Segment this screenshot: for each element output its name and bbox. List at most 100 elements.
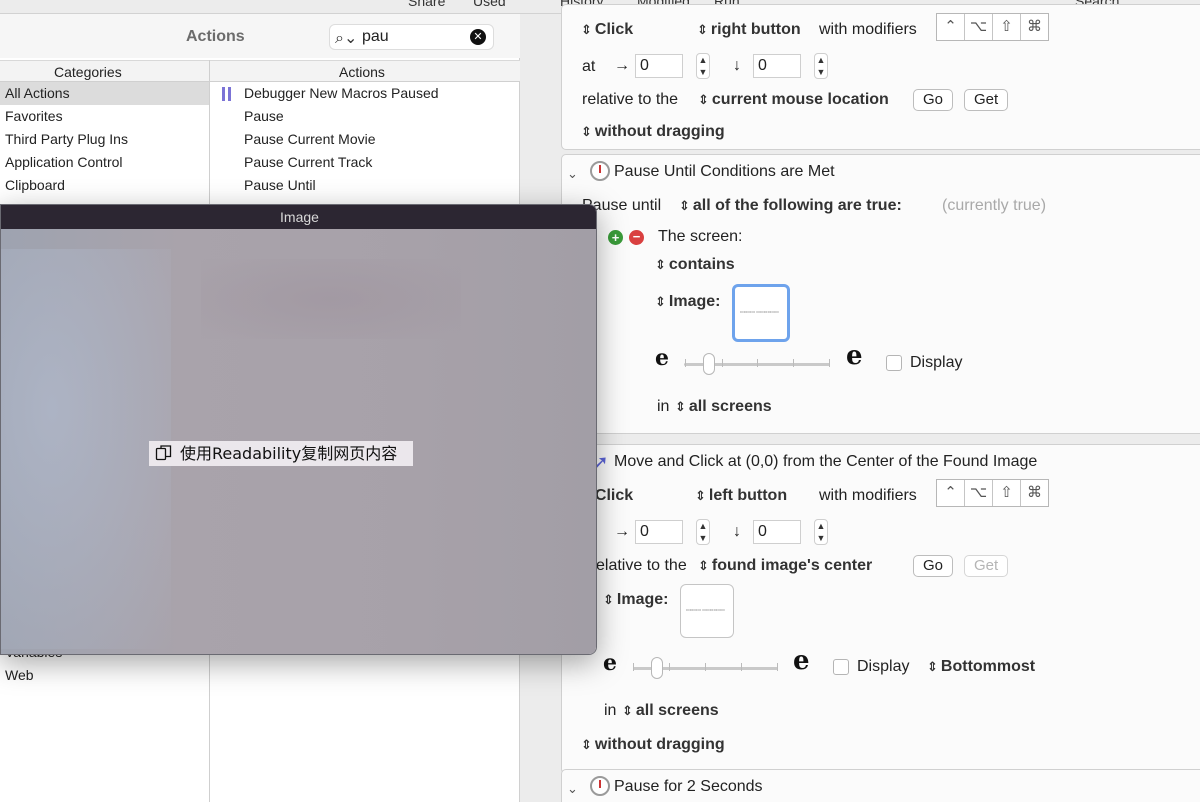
actions-list: Debugger New Macros Paused Pause Pause C… [210, 82, 520, 197]
relative-popup[interactable]: ⇕ current mouse location [698, 91, 889, 109]
condition-image-well[interactable]: ▭▭▭▭ ▭▭▭▭▭▭ [732, 284, 790, 342]
search-box[interactable]: ⌕⌄ ✕ [329, 24, 494, 50]
display-checkbox[interactable] [833, 659, 849, 675]
click-action-box[interactable]: ⇕ Click ⇕ right button with modifiers ⌃ ⌥ … [561, 4, 1200, 150]
button-popup[interactable]: ⇕ left button [695, 487, 787, 505]
button-popup[interactable]: ⇕ right button [697, 21, 801, 39]
action-item[interactable]: Pause [210, 105, 520, 128]
x-stepper[interactable]: ▲ ▼ [696, 53, 710, 79]
y-field[interactable] [753, 520, 801, 544]
down-arrow-icon: ↓ [733, 57, 741, 74]
collapse-chevron-icon[interactable]: ⌄ [567, 781, 578, 797]
dragging-popup[interactable]: ⇕ without dragging [581, 123, 725, 141]
down-arrow-icon: ↓ [733, 523, 741, 540]
fuzziness-low-icon: e [603, 650, 617, 676]
clock-icon [590, 776, 610, 796]
command-key-toggle[interactable]: ⌘ [1021, 480, 1048, 506]
control-key-toggle[interactable]: ⌃ [937, 480, 965, 506]
click-popup[interactable]: ⇕Click [581, 21, 633, 39]
image-source-popup[interactable]: ⇕ Image: [603, 591, 668, 609]
action-title[interactable]: Move and Click at (0,0) from the Center … [614, 453, 1037, 471]
x-field[interactable] [635, 54, 683, 78]
action-item[interactable]: Debugger New Macros Paused [210, 82, 520, 105]
with-modifiers-label: with modifiers [819, 487, 917, 504]
action-item[interactable]: Pause Current Track [210, 151, 520, 174]
y-field[interactable] [753, 54, 801, 78]
add-condition-icon[interactable]: + [608, 230, 623, 245]
captured-menu-item: 使用Readability复制网页内容 [149, 441, 413, 466]
shift-key-toggle[interactable]: ⇧ [993, 14, 1021, 40]
move-click-action-box[interactable]: ➚ Move and Click at (0,0) from the Cente… [561, 444, 1200, 774]
slider-tick [705, 663, 706, 671]
command-key-toggle[interactable]: ⌘ [1021, 14, 1048, 40]
image-thumbnail: ▭▭▭▭ ▭▭▭▭▭▭ [740, 309, 779, 314]
go-button[interactable]: Go [913, 89, 954, 111]
screens-popup[interactable]: ⇕ all screens [675, 398, 772, 416]
x-stepper[interactable]: ▲ ▼ [696, 519, 710, 545]
shift-key-toggle[interactable]: ⇧ [993, 480, 1021, 506]
with-modifiers-label: with modifiers [819, 21, 917, 38]
pause-until-action-box[interactable]: ⌄ Pause Until Conditions are Met Pause u… [561, 154, 1200, 434]
y-stepper[interactable]: ▲ ▼ [814, 519, 828, 545]
category-item[interactable]: Web [5, 667, 34, 683]
captured-menu-label: 使用Readability复制网页内容 [180, 444, 398, 463]
y-stepper[interactable]: ▲ ▼ [814, 53, 828, 79]
category-item[interactable]: Application Control [0, 151, 209, 174]
slider-tick [722, 359, 723, 367]
relative-to-label: relative to the [582, 91, 679, 108]
option-key-toggle[interactable]: ⌥ [965, 14, 993, 40]
order-popup[interactable]: ⇕ Bottommost [927, 658, 1035, 676]
display-label: Display [910, 354, 963, 371]
column-header-actions[interactable]: Actions [339, 64, 385, 80]
image-window-content: 使用Readability复制网页内容 [1, 229, 596, 654]
condition-popup[interactable]: ⇕ all of the following are true: [679, 197, 902, 215]
slider-tick [741, 663, 742, 671]
at-label: at [582, 58, 596, 75]
search-icon[interactable]: ⌕⌄ [335, 28, 357, 48]
remove-condition-icon[interactable]: − [629, 230, 644, 245]
option-key-toggle[interactable]: ⌥ [965, 480, 993, 506]
fuzziness-slider-knob[interactable] [703, 353, 715, 375]
modifier-keys[interactable]: ⌃ ⌥ ⇧ ⌘ [936, 13, 1049, 41]
contains-popup[interactable]: ⇕ contains [655, 256, 735, 274]
in-label: in [604, 702, 617, 719]
pause-seconds-action-box[interactable]: ⌄ Pause for 2 Seconds [561, 769, 1200, 802]
action-title[interactable]: Pause for 2 Seconds [614, 778, 763, 796]
collapse-chevron-icon[interactable]: ⌄ [567, 166, 578, 182]
fuzziness-slider-knob[interactable] [651, 657, 663, 679]
control-key-toggle[interactable]: ⌃ [937, 14, 965, 40]
right-arrow-icon: → [614, 57, 630, 74]
screens-popup[interactable]: ⇕ all screens [622, 702, 719, 720]
dragging-popup[interactable]: ⇕ without dragging [581, 736, 725, 754]
get-button[interactable]: Get [964, 89, 1009, 111]
image-source-popup[interactable]: ⇕ Image: [655, 293, 720, 311]
action-item[interactable]: Pause Until [210, 174, 520, 197]
action-item[interactable]: Pause Current Movie [210, 128, 520, 151]
image-window-title[interactable]: Image [1, 205, 596, 229]
search-input[interactable] [362, 28, 462, 46]
toolbar-share[interactable]: Share [408, 0, 445, 9]
slider-tick [829, 359, 830, 367]
toolbar-used[interactable]: Used [473, 0, 506, 9]
right-arrow-icon: → [614, 523, 630, 540]
relative-popup[interactable]: ⇕ found image's center [698, 557, 872, 575]
slider-tick [793, 359, 794, 367]
x-field[interactable] [635, 520, 683, 544]
modifier-keys[interactable]: ⌃ ⌥ ⇧ ⌘ [936, 479, 1049, 507]
go-button[interactable]: Go [913, 555, 954, 577]
display-label: Display [857, 658, 910, 675]
macro-editor: ⇕ Click ⇕ right button with modifiers ⌃ ⌥ … [520, 4, 1200, 802]
category-item[interactable]: Third Party Plug Ins [0, 128, 209, 151]
copy-icon [155, 445, 172, 461]
found-image-well[interactable]: ▭▭▭▭ ▭▭▭▭▭▭ [680, 584, 734, 638]
action-title[interactable]: Pause Until Conditions are Met [614, 163, 835, 181]
category-item[interactable]: Clipboard [0, 174, 209, 197]
display-checkbox[interactable] [886, 355, 902, 371]
category-item[interactable]: Favorites [0, 105, 209, 128]
category-item[interactable]: All Actions [0, 82, 209, 105]
slider-tick [669, 663, 670, 671]
slider-tick [757, 359, 758, 367]
image-preview-window[interactable]: Image 使用Readability复制网页内容 [0, 204, 597, 655]
clear-search-icon[interactable]: ✕ [470, 29, 486, 45]
column-header-categories[interactable]: Categories [54, 64, 122, 80]
